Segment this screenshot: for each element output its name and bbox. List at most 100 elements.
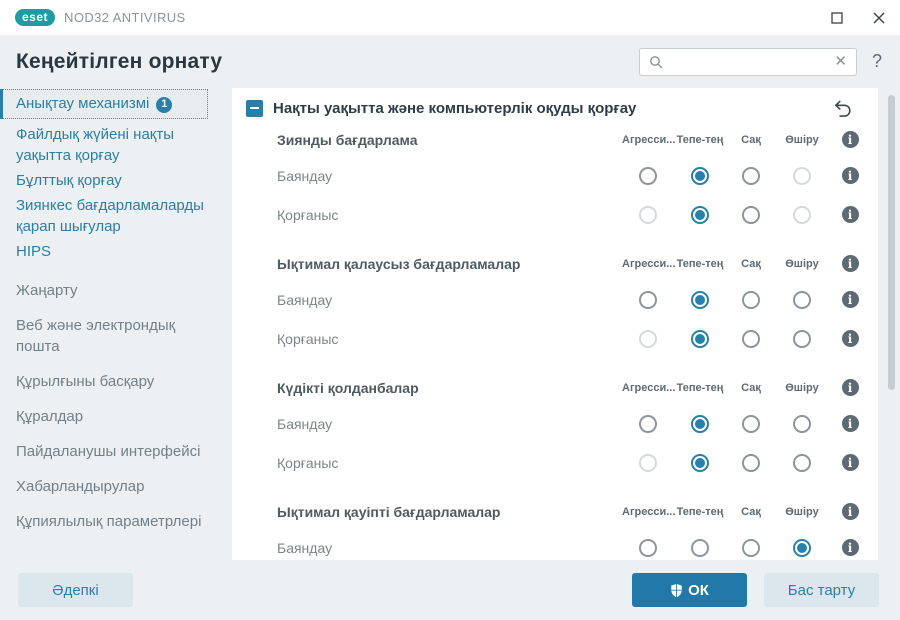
cancel-button[interactable]: Бас тарту xyxy=(764,573,879,607)
help-button[interactable]: ? xyxy=(872,51,882,72)
radio-balanced[interactable] xyxy=(691,415,709,433)
radio-balanced[interactable] xyxy=(691,291,709,309)
sidebar-item-label: Веб және электрондық пошта xyxy=(16,317,175,355)
column-label-cautious: Сақ xyxy=(726,258,776,270)
section-2: Күдікті қолданбаларАгресси...Тепе-теңСақ… xyxy=(232,371,878,482)
radio-cautious[interactable] xyxy=(742,539,760,557)
info-icon[interactable]: i xyxy=(842,330,859,347)
section-header: Зиянды бағдарламаАгресси...Тепе-теңСақӨш… xyxy=(232,123,878,156)
titlebar: eset NOD32 ANTIVIRUS xyxy=(0,0,900,35)
row-label: Баяндау xyxy=(277,540,622,556)
info-icon[interactable]: i xyxy=(842,291,859,308)
setting-row: Қорғанысi xyxy=(232,195,878,234)
radio-aggressive[interactable] xyxy=(639,167,657,185)
sidebar-item-1[interactable]: Файлдық жүйені нақты уақытта қорғау xyxy=(0,122,228,168)
radio-aggressive[interactable] xyxy=(639,539,657,557)
section-header: Ықтимал қауіпті бағдарламаларАгресси...Т… xyxy=(232,495,878,528)
setting-row: Баяндауi xyxy=(232,404,878,443)
default-button[interactable]: Әдепкі xyxy=(18,573,133,607)
sidebar-item-4[interactable]: HIPS xyxy=(0,239,228,264)
radio-off[interactable] xyxy=(793,291,811,309)
column-label-balanced: Тепе-тең xyxy=(674,382,726,394)
radio-cautious[interactable] xyxy=(742,291,760,309)
info-icon[interactable]: i xyxy=(842,454,859,471)
window-controls xyxy=(830,11,886,25)
radio-balanced[interactable] xyxy=(691,454,709,472)
row-label: Қорғаныс xyxy=(277,455,622,471)
sidebar-item-2[interactable]: Бұлттық қорғау xyxy=(0,168,228,193)
sections-container: Зиянды бағдарламаАгресси...Тепе-теңСақӨш… xyxy=(232,123,878,560)
radio-off[interactable] xyxy=(793,330,811,348)
sidebar-item-label: Файлдық жүйені нақты уақытта қорғау xyxy=(16,126,174,164)
info-icon[interactable]: i xyxy=(842,131,859,148)
setting-row: Қорғаныс i xyxy=(232,443,878,482)
info-icon[interactable]: i xyxy=(842,206,859,223)
info-icon[interactable]: i xyxy=(842,255,859,272)
column-label-cautious: Сақ xyxy=(726,134,776,146)
sidebar-item-label: Құралдар xyxy=(16,408,83,425)
radio-cautious[interactable] xyxy=(742,330,760,348)
undo-icon[interactable] xyxy=(833,99,852,118)
sidebar-item-label: Хабарландырулар xyxy=(16,478,144,495)
radio-cautious[interactable] xyxy=(742,206,760,224)
column-label-balanced: Тепе-тең xyxy=(674,506,726,518)
close-icon[interactable] xyxy=(872,11,886,25)
info-icon[interactable]: i xyxy=(842,503,859,520)
sidebar-item-label: Құпиялылық параметрлері xyxy=(16,513,201,530)
info-icon[interactable]: i xyxy=(842,539,859,556)
section-title: Күдікті қолданбалар xyxy=(277,380,622,396)
search-clear-icon[interactable]: ✕ xyxy=(834,54,847,69)
radio-off xyxy=(793,167,811,185)
setting-row: Қорғанысi xyxy=(232,319,878,358)
column-label-balanced: Тепе-тең xyxy=(674,134,726,146)
setting-row: Баяндау i xyxy=(232,280,878,319)
column-label-off: Өшіру xyxy=(776,382,828,394)
footer-right: ОК Бас тарту xyxy=(632,573,879,607)
footer: Әдепкі ОК Бас тарту xyxy=(0,560,900,620)
sidebar-item-11[interactable]: Құпиялылық параметрлері xyxy=(0,511,228,532)
sidebar-item-label: Анықтау механизмі xyxy=(16,95,149,112)
radio-off xyxy=(793,206,811,224)
radio-balanced[interactable] xyxy=(691,206,709,224)
ok-button[interactable]: ОК xyxy=(632,573,747,607)
radio-balanced[interactable] xyxy=(691,330,709,348)
radio-aggressive[interactable] xyxy=(639,291,657,309)
radio-cautious[interactable] xyxy=(742,167,760,185)
maximize-button[interactable] xyxy=(830,11,844,25)
radio-aggressive[interactable] xyxy=(639,415,657,433)
radio-balanced[interactable] xyxy=(691,539,709,557)
panel-header: Нақты уақытта және компьютерлік оқуды қо… xyxy=(232,88,878,120)
info-icon[interactable]: i xyxy=(842,167,859,184)
sidebar-item-9[interactable]: Пайдаланушы интерфейсі xyxy=(0,441,228,462)
section-3: Ықтимал қауіпті бағдарламаларАгресси...Т… xyxy=(232,495,878,560)
section-header: Күдікті қолданбаларАгресси...Тепе-теңСақ… xyxy=(232,371,878,404)
column-label-cautious: Сақ xyxy=(726,382,776,394)
collapse-icon[interactable] xyxy=(246,100,263,117)
radio-cautious[interactable] xyxy=(742,415,760,433)
setting-row: Баяндау i xyxy=(232,528,878,560)
scrollbar-thumb[interactable] xyxy=(888,95,895,390)
search-box[interactable]: ✕ xyxy=(639,48,857,76)
sidebar-item-7[interactable]: Құрылғыны басқару xyxy=(0,371,228,392)
column-label-aggressive: Агресси... xyxy=(622,258,674,270)
section-title: Ықтимал қалаусыз бағдарламалар xyxy=(277,256,622,272)
sidebar-item-3[interactable]: Зиянкес бағдарламаларды қарап шығулар xyxy=(0,193,228,239)
sidebar-item-5[interactable]: Жаңарту xyxy=(0,280,228,301)
brand: eset NOD32 ANTIVIRUS xyxy=(15,9,186,26)
column-label-off: Өшіру xyxy=(776,258,828,270)
row-label: Баяндау xyxy=(277,292,622,308)
sidebar-item-8[interactable]: Құралдар xyxy=(0,406,228,427)
search-input[interactable] xyxy=(669,53,828,70)
row-label: Баяндау xyxy=(277,168,622,184)
sidebar-item-10[interactable]: Хабарландырулар xyxy=(0,476,228,497)
radio-cautious[interactable] xyxy=(742,454,760,472)
info-icon[interactable]: i xyxy=(842,379,859,396)
radio-balanced[interactable] xyxy=(691,167,709,185)
info-icon[interactable]: i xyxy=(842,415,859,432)
radio-off[interactable] xyxy=(793,454,811,472)
sidebar-item-label: HIPS xyxy=(16,243,51,260)
sidebar-item-0[interactable]: Анықтау механизмі1 xyxy=(0,89,208,119)
radio-off[interactable] xyxy=(793,539,811,557)
sidebar-item-6[interactable]: Веб және электрондық пошта xyxy=(0,315,228,357)
radio-off[interactable] xyxy=(793,415,811,433)
